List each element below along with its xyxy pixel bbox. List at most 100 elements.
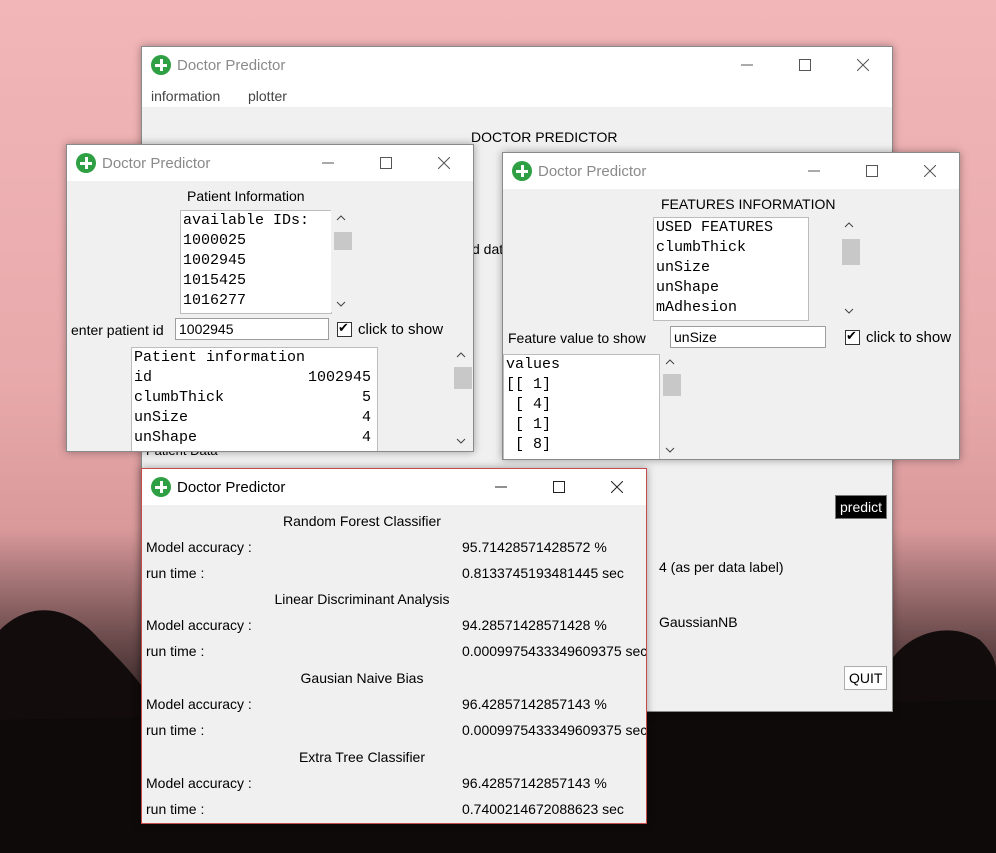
accuracy-value: 96.42857142857143 % [462, 775, 607, 791]
scroll-up-icon[interactable] [839, 217, 859, 233]
minimize-button[interactable] [299, 145, 357, 181]
accuracy-label: Model accuracy : [146, 696, 252, 712]
info-value: 1002945 [307, 369, 371, 386]
scroll-down-icon[interactable] [331, 296, 351, 312]
runtime-label: run time : [146, 801, 205, 817]
patient-ids-list[interactable]: available IDs: 1000025 1002945 1015425 1… [180, 210, 332, 314]
scroll-down-icon[interactable] [839, 303, 859, 319]
scroll-thumb[interactable] [663, 374, 681, 396]
app-plus-icon [151, 477, 171, 497]
features-window-title: Doctor Predictor [538, 162, 647, 180]
list-item[interactable]: available IDs: [181, 211, 331, 231]
close-button[interactable] [415, 145, 473, 181]
patient-window: Doctor Predictor Patient Information ava… [66, 144, 474, 452]
info-scrollbar[interactable] [451, 347, 472, 451]
runtime-label: run time : [146, 643, 205, 659]
quit-button[interactable]: QUIT [844, 666, 888, 690]
scroll-up-icon[interactable] [660, 354, 680, 370]
scroll-thumb[interactable] [334, 232, 352, 250]
close-button[interactable] [834, 47, 892, 83]
list-item[interactable]: mAdhesion [654, 298, 808, 318]
minimize-button[interactable] [472, 469, 530, 505]
maximize-button[interactable] [357, 145, 415, 181]
section-title: Random Forest Classifier [283, 513, 441, 529]
accuracy-label: Model accuracy : [146, 539, 252, 555]
accuracy-label: Model accuracy : [146, 775, 252, 791]
info-key: unShape [134, 429, 198, 446]
patient-titlebar: Doctor Predictor [67, 145, 473, 181]
patient-id-input[interactable]: 1002945 [175, 318, 329, 340]
list-item[interactable]: values [504, 355, 659, 375]
section-title: Linear Discriminant Analysis [274, 591, 450, 607]
list-item[interactable]: 1015425 [181, 271, 331, 291]
info-key: id [134, 369, 153, 386]
checkbox-checked-icon[interactable] [845, 328, 860, 345]
app-plus-icon [76, 153, 96, 173]
features-scrollbar[interactable] [839, 217, 860, 319]
scroll-thumb[interactable] [842, 239, 860, 265]
scroll-up-icon[interactable] [331, 210, 351, 226]
maximize-button[interactable] [530, 469, 588, 505]
features-window: Doctor Predictor FEATURES INFORMATION US… [502, 152, 960, 460]
ids-scrollbar[interactable] [331, 210, 352, 312]
main-window-title: Doctor Predictor [177, 56, 286, 74]
list-item[interactable]: USED FEATURES [654, 218, 808, 238]
runtime-value: 0.8133745193481445 sec [462, 565, 624, 581]
results-window-title: Doctor Predictor [177, 478, 286, 496]
scroll-down-icon[interactable] [660, 442, 680, 458]
list-item[interactable]: clumbThick [654, 238, 808, 258]
close-button[interactable] [588, 469, 646, 505]
checkbox-checked-icon[interactable] [337, 320, 352, 337]
patient-show-checkbox[interactable]: click to show [337, 320, 443, 338]
info-row[interactable]: unSize 4 [132, 408, 377, 428]
maximize-button[interactable] [843, 153, 901, 189]
list-item[interactable]: 1016277 [181, 291, 331, 311]
list-item[interactable]: [[ 1] [504, 375, 659, 395]
accuracy-value: 95.71428571428572 % [462, 539, 607, 555]
info-row[interactable]: unShape 4 [132, 428, 377, 448]
menu-information[interactable]: information [151, 88, 220, 104]
info-row[interactable]: id 1002945 [132, 368, 377, 388]
info-key: clumbThick [134, 389, 225, 406]
scroll-thumb[interactable] [454, 367, 472, 389]
list-item[interactable]: [ 1] [504, 415, 659, 435]
runtime-value: 0.0009975433349609375 sec [462, 643, 647, 659]
feature-value-input[interactable]: unSize [670, 326, 826, 348]
maximize-button[interactable] [776, 47, 834, 83]
list-item[interactable]: [ 8] [504, 435, 659, 455]
minimize-button[interactable] [785, 153, 843, 189]
list-item[interactable]: 1000025 [181, 231, 331, 251]
patient-info-heading: Patient Information [187, 188, 305, 204]
section-title: Extra Tree Classifier [298, 749, 426, 765]
app-plus-icon [512, 161, 532, 181]
list-item[interactable]: unSize [654, 258, 808, 278]
predict-button[interactable]: predict [835, 495, 888, 519]
list-item[interactable]: [ 4] [504, 395, 659, 415]
scroll-up-icon[interactable] [451, 347, 471, 363]
values-list[interactable]: values [[ 1] [ 4] [ 1] [ 8] [503, 354, 660, 459]
close-button[interactable] [901, 153, 959, 189]
patient-info-list[interactable]: Patient information id 1002945 clumbThick… [131, 347, 378, 451]
model-name: GaussianNB [659, 614, 738, 630]
feature-show-checkbox[interactable]: click to show [845, 328, 951, 346]
list-item[interactable]: unShape [654, 278, 808, 298]
info-row[interactable]: clumbThick 5 [132, 388, 377, 408]
features-list[interactable]: USED FEATURES clumbThick unSize unShape … [653, 217, 809, 321]
patient-window-title: Doctor Predictor [102, 154, 211, 172]
features-titlebar: Doctor Predictor [503, 153, 959, 189]
minimize-button[interactable] [718, 47, 776, 83]
menu-plotter[interactable]: plotter [248, 88, 287, 104]
menu-bar: information plotter [142, 83, 892, 107]
info-key: Patient information [134, 349, 306, 366]
runtime-value: 0.7400214672088623 sec [462, 801, 624, 817]
runtime-label: run time : [146, 565, 205, 581]
info-row[interactable]: Patient information [132, 348, 377, 368]
list-item[interactable]: 1002945 [181, 251, 331, 271]
scroll-down-icon[interactable] [451, 433, 471, 449]
accuracy-label: Model accuracy : [146, 617, 252, 633]
info-key: unSize [134, 409, 189, 426]
partial-label: d dat [472, 241, 504, 257]
info-value: 4 [361, 409, 371, 426]
values-scrollbar[interactable] [660, 354, 681, 458]
accuracy-value: 96.42857142857143 % [462, 696, 607, 712]
